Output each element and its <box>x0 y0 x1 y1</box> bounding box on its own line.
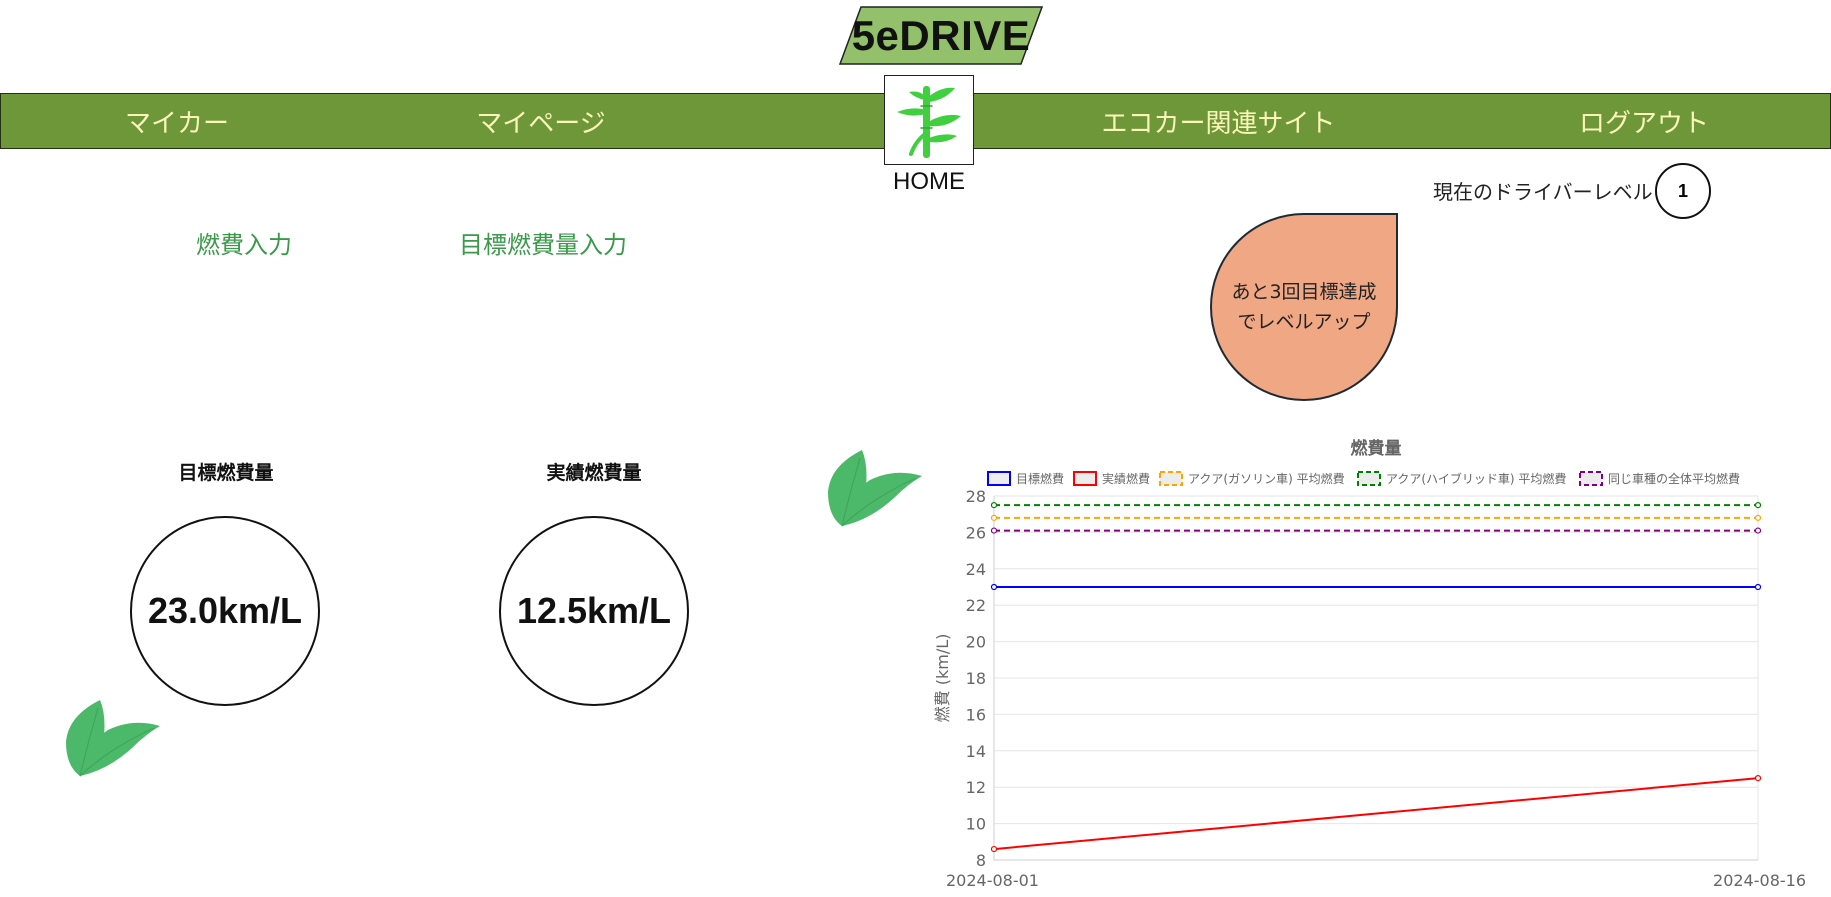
fuel-input-link[interactable]: 燃費入力 <box>196 225 292 260</box>
legend-swatch <box>987 471 1011 486</box>
speech-line-2: でレベルアップ <box>1237 311 1371 333</box>
level-up-speech-bubble: あと3回目標達成 でレベルアップ <box>1210 213 1398 401</box>
fuel-chart: 燃費量目標燃費 実績燃費 アクア(ガソリン車) 平均燃費 アクア(ハイブリッド車) 平… <box>920 428 1820 897</box>
nav-logout[interactable]: ログアウト <box>1549 94 1739 148</box>
legend-label: アクア(ハイブリッド車) 平均燃費 <box>1386 471 1566 486</box>
leaf-icon <box>66 700 160 777</box>
logo-text: 5eDRIVE <box>851 11 1031 59</box>
data-point <box>1754 514 1762 521</box>
data-point <box>1754 501 1762 509</box>
data-point <box>1754 775 1762 782</box>
y-tick-label: 22 <box>966 596 986 615</box>
data-point <box>990 527 998 534</box>
data-point <box>990 501 998 509</box>
y-tick-label: 28 <box>966 487 986 506</box>
y-axis-label: 燃費 (km/L) <box>933 634 952 723</box>
data-point <box>990 514 998 521</box>
y-tick-label: 24 <box>966 560 986 579</box>
data-point <box>990 583 998 591</box>
data-point <box>990 845 998 853</box>
target-fuel-value: 23.0km/L <box>130 516 320 706</box>
site-logo: 5eDRIVE <box>839 6 1043 65</box>
y-tick-label: 26 <box>966 523 986 542</box>
speech-line-1: あと3回目標達成 <box>1231 281 1377 303</box>
data-point <box>1754 583 1762 591</box>
nav-my-car[interactable]: マイカー <box>77 94 277 148</box>
y-tick-label: 16 <box>966 705 986 724</box>
leaf-icon <box>828 450 922 527</box>
data-point <box>1754 527 1762 534</box>
legend-label: アクア(ガソリン車) 平均燃費 <box>1188 471 1345 486</box>
legend-label: 同じ車種の全体平均燃費 <box>1608 471 1740 486</box>
driver-level-badge: 1 <box>1655 163 1711 219</box>
target-fuel-input-link[interactable]: 目標燃費量入力 <box>459 225 627 260</box>
nav-eco-car-sites[interactable]: エコカー関連サイト <box>1081 94 1356 148</box>
actual-fuel-value: 12.5km/L <box>499 516 689 706</box>
legend-label: 実績燃費 <box>1102 471 1150 486</box>
y-tick-label: 20 <box>966 633 986 652</box>
y-tick-label: 10 <box>966 815 986 834</box>
series-line <box>993 777 1759 851</box>
home-button[interactable] <box>884 75 974 165</box>
legend-swatch <box>1579 471 1603 486</box>
fuel-chart-svg: 燃費量目標燃費 実績燃費 アクア(ガソリン車) 平均燃費 アクア(ハイブリッド車) 平… <box>933 438 1806 890</box>
actual-fuel-title: 実績燃費量 <box>546 462 642 484</box>
nav-my-page[interactable]: マイページ <box>441 94 641 148</box>
driver-level-label: 現在のドライバーレベル <box>1433 180 1653 204</box>
x-tick-label: 2024-08-16 <box>1713 871 1806 890</box>
y-tick-label: 14 <box>966 742 986 761</box>
legend-label: 目標燃費 <box>1016 471 1064 486</box>
x-tick-label: 2024-08-01 <box>946 871 1039 890</box>
legend-swatch <box>1073 471 1097 486</box>
target-fuel-title: 目標燃費量 <box>178 462 274 484</box>
y-tick-label: 8 <box>976 851 986 870</box>
home-label[interactable]: HOME <box>868 168 990 196</box>
bamboo-icon <box>897 86 961 158</box>
legend-swatch <box>1159 471 1183 486</box>
y-tick-label: 12 <box>966 778 986 797</box>
legend-swatch <box>1357 471 1381 486</box>
y-tick-label: 18 <box>966 669 986 688</box>
chart-title: 燃費量 <box>1351 438 1402 459</box>
